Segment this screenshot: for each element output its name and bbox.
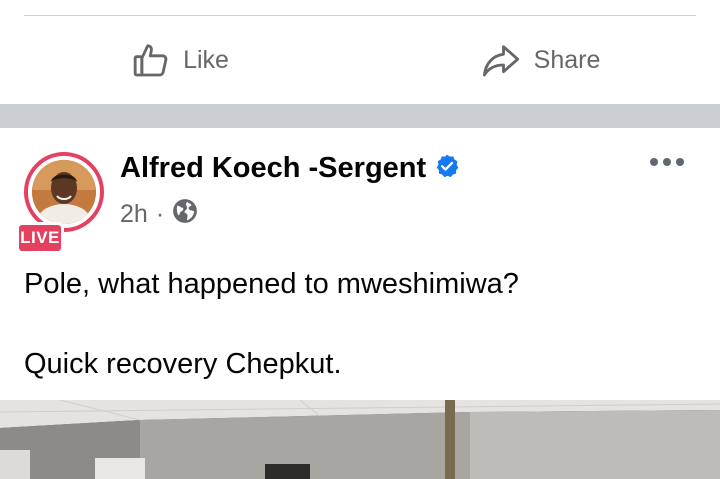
post-header: Alfred Koech -Sergent — [120, 152, 460, 185]
thumbs-up-icon — [131, 40, 171, 80]
feed-post: LIVE Alfred Koech -Sergent 2h · Pole, wh… — [0, 128, 720, 479]
verified-badge-icon — [434, 153, 460, 184]
post-photo[interactable] — [0, 400, 720, 479]
author-name[interactable]: Alfred Koech -Sergent — [120, 152, 426, 185]
globe-icon — [172, 198, 198, 231]
more-options-button[interactable] — [650, 158, 684, 166]
post-meta: 2h · — [120, 198, 198, 231]
live-ring — [24, 152, 104, 232]
like-button[interactable]: Like — [0, 16, 360, 104]
more-dot — [663, 158, 671, 166]
share-button[interactable]: Share — [360, 16, 720, 104]
more-dot — [676, 158, 684, 166]
avatar — [32, 160, 96, 224]
post-action-bar: Like Share — [0, 16, 720, 104]
more-dot — [650, 158, 658, 166]
like-label: Like — [183, 45, 229, 74]
post-timestamp[interactable]: 2h — [120, 200, 148, 229]
live-badge: LIVE — [16, 222, 64, 254]
meta-dot: · — [155, 200, 165, 228]
author-avatar[interactable] — [24, 152, 104, 232]
feed-separator — [0, 104, 720, 128]
post-text-line: Quick recovery Chepkut. — [24, 348, 342, 380]
post-text: Pole, what happened to mweshimiwa? Quick… — [24, 264, 696, 384]
share-arrow-icon — [480, 40, 522, 80]
post-text-line: Pole, what happened to mweshimiwa? — [24, 268, 519, 300]
share-label: Share — [533, 45, 601, 74]
